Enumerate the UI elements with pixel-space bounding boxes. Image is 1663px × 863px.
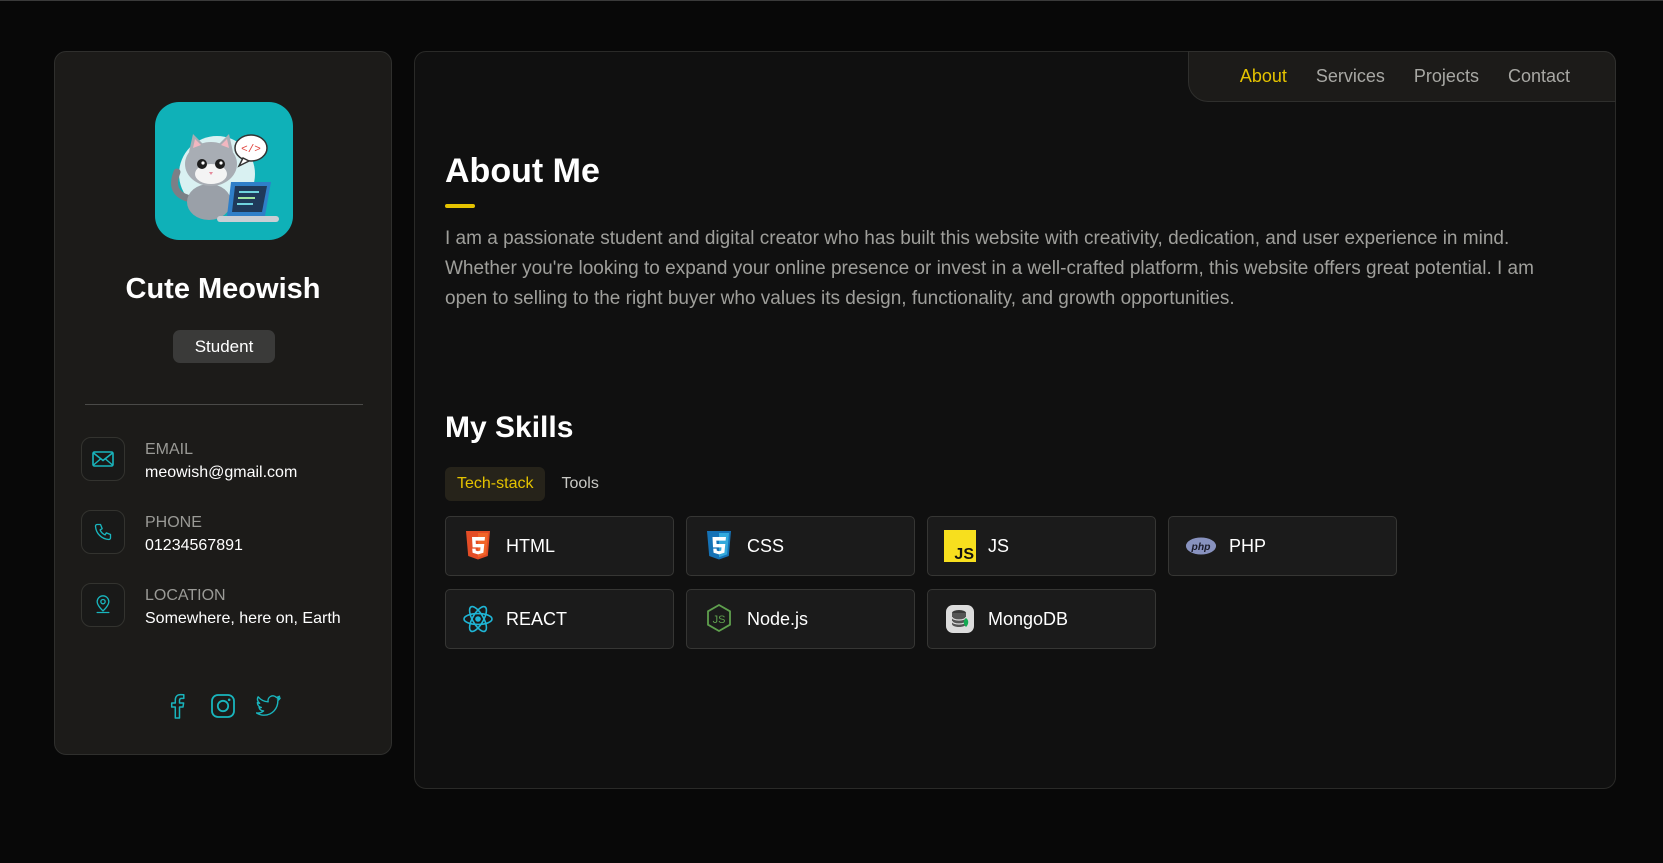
svg-text:</>: </> xyxy=(241,144,261,156)
facebook-icon[interactable] xyxy=(164,692,190,720)
skill-name: CSS xyxy=(747,535,785,556)
nav-projects[interactable]: Projects xyxy=(1414,66,1479,87)
svg-text:php: php xyxy=(1191,542,1211,553)
html5-icon xyxy=(462,530,494,562)
skill-name: REACT xyxy=(506,608,568,629)
skill-card-mongodb[interactable]: MongoDB xyxy=(927,589,1156,649)
skill-card-nodejs[interactable]: JS Node.js xyxy=(686,589,915,649)
skill-name: HTML xyxy=(506,535,555,556)
instagram-icon[interactable] xyxy=(210,692,236,720)
nav-contact[interactable]: Contact xyxy=(1508,66,1570,87)
role-badge: Student xyxy=(173,330,275,363)
title-underline xyxy=(445,204,475,208)
skill-card-js[interactable]: JS JS xyxy=(927,516,1156,576)
phone-link[interactable]: 01234567891 xyxy=(145,537,243,555)
main-panel: About Services Projects Contact About Me… xyxy=(414,51,1616,789)
php-icon: php xyxy=(1185,530,1217,562)
contact-phone: PHONE 01234567891 xyxy=(81,510,371,560)
profile-name: Cute Meowish xyxy=(125,273,321,305)
twitter-icon[interactable] xyxy=(256,692,282,720)
nav-services[interactable]: Services xyxy=(1316,66,1385,87)
email-link[interactable]: meowish@gmail.com xyxy=(145,464,297,482)
react-icon xyxy=(462,603,494,635)
profile-sidebar: </> Cute Meowish Student EMAIL meowish@g… xyxy=(54,51,392,755)
skill-card-html[interactable]: HTML xyxy=(445,516,674,576)
phone-icon xyxy=(81,510,125,554)
location-value: Somewhere, here on, Earth xyxy=(145,610,341,627)
mail-icon xyxy=(81,437,125,481)
top-navbar: About Services Projects Contact xyxy=(1188,51,1616,102)
location-label: LOCATION xyxy=(145,587,226,604)
about-title: About Me xyxy=(445,152,600,190)
skills-title: My Skills xyxy=(445,411,574,444)
skill-card-react[interactable]: REACT xyxy=(445,589,674,649)
javascript-icon: JS xyxy=(944,530,976,562)
phone-label: PHONE xyxy=(145,514,202,531)
skills-grid: HTML CSS JS JS php PHP REACT JS Node.js … xyxy=(445,516,1397,649)
mongodb-icon xyxy=(944,603,976,635)
svg-text:JS: JS xyxy=(954,546,974,562)
tab-tools[interactable]: Tools xyxy=(549,467,610,501)
skill-name: PHP xyxy=(1229,535,1267,556)
skill-name: Node.js xyxy=(747,608,809,629)
email-label: EMAIL xyxy=(145,441,194,458)
contact-location: LOCATION Somewhere, here on, Earth xyxy=(81,583,371,633)
avatar: </> xyxy=(155,102,293,240)
divider xyxy=(85,404,363,405)
svg-text:JS: JS xyxy=(713,614,726,626)
about-text: I am a passionate student and digital cr… xyxy=(445,228,1534,309)
tab-tech-stack[interactable]: Tech-stack xyxy=(445,467,546,501)
skill-name: JS xyxy=(988,535,1010,556)
skill-name: MongoDB xyxy=(988,608,1069,629)
skill-card-css[interactable]: CSS xyxy=(686,516,915,576)
skills-tabs: Tech-stack Tools xyxy=(445,467,611,501)
top-border xyxy=(0,0,1663,1)
nodejs-icon: JS xyxy=(703,603,735,635)
nav-about[interactable]: About xyxy=(1240,66,1287,87)
cat-coder-illustration: </> xyxy=(171,134,279,222)
skill-card-php[interactable]: php PHP xyxy=(1168,516,1397,576)
contact-email: EMAIL meowish@gmail.com xyxy=(81,437,371,487)
css3-icon xyxy=(703,530,735,562)
social-links xyxy=(55,692,391,720)
location-pin-icon xyxy=(81,583,125,627)
